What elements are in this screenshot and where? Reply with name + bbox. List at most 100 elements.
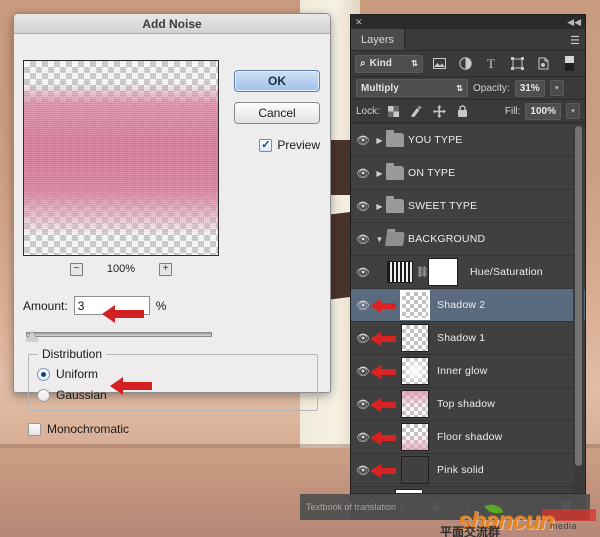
layer-name: Pink solid <box>437 464 484 476</box>
adjustment-thumbnail[interactable] <box>387 261 413 283</box>
eye-icon[interactable]: 👁 <box>353 233 373 246</box>
blend-mode-select[interactable]: Multiply ⇅ <box>356 79 468 97</box>
layer-name: Top shadow <box>437 398 496 410</box>
amount-label: Amount: <box>23 298 68 313</box>
cancel-button[interactable]: Cancel <box>234 102 320 124</box>
fill-label: Fill: <box>504 105 521 117</box>
fill-value[interactable]: 100% <box>525 102 561 120</box>
layer-row[interactable]: 👁 ▶ ON TYPE <box>351 157 585 190</box>
shape-filter-icon[interactable] <box>507 55 527 73</box>
layer-row[interactable]: 👁 Shadow 2 <box>351 289 585 322</box>
preview-checkbox-row[interactable]: ✓ Preview <box>259 138 320 152</box>
lock-label: Lock: <box>356 105 380 117</box>
lock-transparency-icon[interactable] <box>385 103 403 119</box>
gaussian-radio[interactable] <box>37 388 50 402</box>
search-icon: ⌕ <box>360 58 366 69</box>
slider-thumb[interactable] <box>26 331 38 341</box>
eye-icon[interactable]: 👁 <box>353 134 373 147</box>
folder-icon <box>386 196 404 213</box>
annotation-arrow-layer <box>370 332 396 346</box>
eye-icon[interactable]: 👁 <box>353 200 373 213</box>
chevron-down-icon[interactable]: ▼ <box>373 235 386 244</box>
panel-titlebar: ✕ ◀◀ <box>351 15 585 29</box>
chevron-right-icon[interactable]: ▶ <box>373 169 386 178</box>
annotation-arrow-layer <box>370 398 396 412</box>
layer-name: Inner glow <box>437 365 488 377</box>
link-mask-icon[interactable]: ⛓ <box>416 267 429 278</box>
layer-thumbnail[interactable] <box>401 456 429 484</box>
layer-row[interactable]: 👁 ⛓ Hue/Saturation <box>351 256 585 289</box>
layer-row[interactable]: 👁 ▼ BACKGROUND <box>351 223 585 256</box>
noise-preview-thumbnail[interactable] <box>23 60 219 256</box>
opacity-value[interactable]: 31% <box>514 79 545 97</box>
close-icon[interactable]: ✕ <box>355 17 363 28</box>
monochromatic-row[interactable]: Monochromatic <box>28 422 129 436</box>
layer-row[interactable]: 👁 Floor shadow <box>351 421 585 454</box>
layer-row[interactable]: 👁 ▶ YOU TYPE <box>351 124 585 157</box>
layer-row[interactable]: 👁 Top shadow <box>351 388 585 421</box>
collapse-icon[interactable]: ◀◀ <box>567 17 581 28</box>
layer-row[interactable]: 👁 ▶ SWEET TYPE <box>351 190 585 223</box>
layer-thumbnail[interactable] <box>401 324 429 352</box>
chevron-updown-icon: ⇅ <box>456 83 463 93</box>
layer-name: Shadow 2 <box>437 299 486 311</box>
filter-kind-select[interactable]: ⌕ Kind ⇅ <box>355 54 423 73</box>
adjustment-filter-icon[interactable] <box>455 55 475 73</box>
opacity-chevron-down-icon[interactable]: ▾ <box>549 80 564 96</box>
percent-label: % <box>155 298 167 313</box>
watermark-sub-text: media <box>550 521 578 531</box>
layer-row[interactable]: 👁 Pink solid <box>351 454 585 487</box>
chevron-right-icon[interactable]: ▶ <box>373 136 386 145</box>
layers-panel: ✕ ◀◀ Layers ☰ ⌕ Kind ⇅ T Multiply ⇅ Opac… <box>350 14 586 520</box>
layer-mask-thumbnail[interactable] <box>428 258 458 286</box>
zoom-out-button[interactable]: − <box>69 262 83 276</box>
amount-slider[interactable] <box>26 328 212 342</box>
uniform-radio[interactable] <box>37 367 50 381</box>
pixel-filter-icon[interactable] <box>429 55 449 73</box>
chevron-right-icon[interactable]: ▶ <box>373 202 386 211</box>
annotation-arrow-uniform <box>110 377 154 395</box>
preview-checkbox[interactable]: ✓ <box>259 138 273 152</box>
lock-image-icon[interactable] <box>408 103 426 119</box>
layer-name: YOU TYPE <box>408 134 463 146</box>
layer-thumbnail[interactable] <box>401 390 429 418</box>
lock-all-icon[interactable] <box>454 103 472 119</box>
gaussian-label: Gaussian <box>56 388 107 402</box>
scrollbar-thumb[interactable] <box>575 126 582 466</box>
layer-list-scrollbar[interactable] <box>573 124 584 495</box>
zoom-in-button[interactable]: + <box>159 262 173 276</box>
monochromatic-checkbox[interactable] <box>28 422 41 436</box>
slider-track[interactable] <box>26 332 212 337</box>
layer-row[interactable]: 👁 Shadow 1 <box>351 322 585 355</box>
uniform-radio-row[interactable]: Uniform <box>37 367 98 381</box>
opacity-label: Opacity: <box>473 82 510 94</box>
preview-checkbox-label: Preview <box>277 138 320 152</box>
annotation-arrow-layer <box>370 365 396 379</box>
blend-mode-value: Multiply <box>361 82 399 94</box>
add-noise-dialog: Add Noise − 100% + OK Cancel ✓ Preview A… <box>13 13 331 436</box>
layer-list[interactable]: 👁 ▶ YOU TYPE 👁 ▶ ON TYPE 👁 ▶ SWEET TYPE 👁 ▼ BACKGRO… <box>351 124 585 495</box>
eye-icon[interactable]: 👁 <box>353 266 373 279</box>
ok-button[interactable]: OK <box>234 70 320 92</box>
gaussian-radio-row[interactable]: Gaussian <box>37 388 107 402</box>
filter-toggle-icon[interactable] <box>559 55 579 73</box>
zoom-level-label: 100% <box>106 263 136 275</box>
layer-thumbnail[interactable] <box>400 290 430 320</box>
type-filter-icon[interactable]: T <box>481 55 501 73</box>
fill-chevron-down-icon[interactable]: ▾ <box>566 103 580 119</box>
footer-strip-text: Textbook of translation <box>306 502 397 512</box>
layer-row[interactable]: 👁 Inner glow <box>351 355 585 388</box>
preview-noise-overlay <box>24 61 218 255</box>
folder-icon <box>385 232 405 246</box>
panel-menu-icon[interactable]: ☰ <box>570 34 580 47</box>
lock-position-icon[interactable] <box>431 103 449 119</box>
annotation-arrow-layer <box>370 299 396 313</box>
layer-name: SWEET TYPE <box>408 200 478 212</box>
layer-thumbnail[interactable] <box>401 357 429 385</box>
stepper-icon: ⇅ <box>411 59 418 68</box>
eye-icon[interactable]: 👁 <box>353 167 373 180</box>
smart-object-filter-icon[interactable] <box>533 55 553 73</box>
panel-tabstrip: Layers ☰ <box>351 29 585 51</box>
tab-layers[interactable]: Layers <box>351 29 406 50</box>
layer-thumbnail[interactable] <box>401 423 429 451</box>
